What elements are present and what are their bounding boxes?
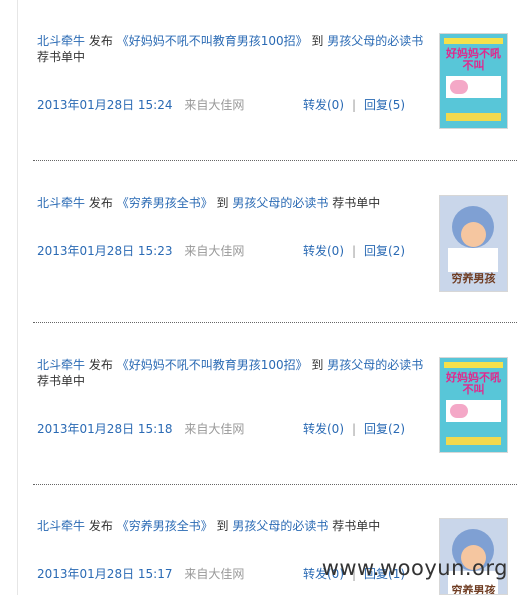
suffix-text: 荐书单中 xyxy=(37,50,86,64)
feed-actions: 转发(0) | 回复(2) xyxy=(303,243,405,259)
feed-text: 北斗牵牛 发布 《好妈妈不吼不叫教育男孩100招》 到 男孩父母的必读书 荐书单… xyxy=(37,33,432,65)
forward-link[interactable]: 转发(0) xyxy=(303,244,344,258)
preposition-text: 到 xyxy=(311,358,324,372)
feed-text: 北斗牵牛 发布 《好妈妈不吼不叫教育男孩100招》 到 男孩父母的必读书 荐书单… xyxy=(37,357,432,389)
cover-title: 好妈妈不吼不叫 xyxy=(446,47,501,72)
cover-title: 穷养男孩 xyxy=(451,272,496,285)
source-text: 来自大佳网 xyxy=(184,567,245,581)
list-name-link[interactable]: 男孩父母的必读书 xyxy=(327,34,423,48)
dotted-divider xyxy=(33,322,517,323)
feed-meta: 2013年01月28日 15:17 来自大佳网 xyxy=(37,566,244,582)
source-text: 来自大佳网 xyxy=(184,98,245,112)
timestamp-link[interactable]: 2013年01月28日 15:18 xyxy=(37,422,172,436)
list-name-link[interactable]: 男孩父母的必读书 xyxy=(232,196,328,210)
user-link[interactable]: 北斗牵牛 xyxy=(37,34,85,48)
dotted-divider xyxy=(33,484,517,485)
feed-item: 北斗牵牛 发布 《穷养男孩全书》 到 男孩父母的必读书 荐书单中 2013年01… xyxy=(17,195,518,295)
action-text: 发布 xyxy=(88,358,113,372)
separator: | xyxy=(352,422,357,436)
feed-meta: 2013年01月28日 15:18 来自大佳网 xyxy=(37,421,244,437)
user-link[interactable]: 北斗牵牛 xyxy=(37,358,85,372)
feed-item: 北斗牵牛 发布 《好妈妈不吼不叫教育男孩100招》 到 男孩父母的必读书 荐书单… xyxy=(17,33,518,133)
feed-actions: 转发(0) | 回复(5) xyxy=(303,97,405,113)
timestamp-link[interactable]: 2013年01月28日 15:17 xyxy=(37,567,172,581)
suffix-text: 荐书单中 xyxy=(332,519,381,533)
book-title-link[interactable]: 《穷养男孩全书》 xyxy=(117,196,213,210)
book-title-link[interactable]: 《好妈妈不吼不叫教育男孩100招》 xyxy=(117,34,308,48)
suffix-text: 荐书单中 xyxy=(37,374,86,388)
dotted-divider xyxy=(33,160,517,161)
watermark-text: www.wooyun.org xyxy=(321,556,508,580)
user-link[interactable]: 北斗牵牛 xyxy=(37,196,85,210)
book-title-link[interactable]: 《好妈妈不吼不叫教育男孩100招》 xyxy=(117,358,308,372)
list-name-link[interactable]: 男孩父母的必读书 xyxy=(327,358,423,372)
feed-meta: 2013年01月28日 15:23 来自大佳网 xyxy=(37,243,244,259)
preposition-text: 到 xyxy=(216,196,229,210)
reply-link[interactable]: 回复(2) xyxy=(364,422,405,436)
book-title-link[interactable]: 《穷养男孩全书》 xyxy=(117,519,213,533)
list-name-link[interactable]: 男孩父母的必读书 xyxy=(232,519,328,533)
feed-item: 北斗牵牛 发布 《好妈妈不吼不叫教育男孩100招》 到 男孩父母的必读书 荐书单… xyxy=(17,357,518,457)
separator: | xyxy=(352,244,357,258)
forward-link[interactable]: 转发(0) xyxy=(303,422,344,436)
book-cover-image[interactable]: 好妈妈不吼不叫 xyxy=(439,33,508,129)
reply-link[interactable]: 回复(2) xyxy=(364,244,405,258)
cover-title: 好妈妈不吼不叫 xyxy=(446,371,501,396)
action-text: 发布 xyxy=(88,34,113,48)
separator: | xyxy=(352,98,357,112)
preposition-text: 到 xyxy=(216,519,229,533)
source-text: 来自大佳网 xyxy=(184,422,245,436)
timestamp-link[interactable]: 2013年01月28日 15:23 xyxy=(37,244,172,258)
cover-title: 穷养男孩 xyxy=(451,584,496,595)
source-text: 来自大佳网 xyxy=(184,244,245,258)
feed-text: 北斗牵牛 发布 《穷养男孩全书》 到 男孩父母的必读书 荐书单中 xyxy=(37,518,432,534)
timestamp-link[interactable]: 2013年01月28日 15:24 xyxy=(37,98,172,112)
book-cover-image[interactable]: 好妈妈不吼不叫 xyxy=(439,357,508,453)
action-text: 发布 xyxy=(88,196,113,210)
reply-link[interactable]: 回复(5) xyxy=(364,98,405,112)
feed-actions: 转发(0) | 回复(2) xyxy=(303,421,405,437)
forward-link[interactable]: 转发(0) xyxy=(303,98,344,112)
preposition-text: 到 xyxy=(311,34,324,48)
book-cover-image[interactable]: 穷养男孩 xyxy=(439,195,508,292)
user-link[interactable]: 北斗牵牛 xyxy=(37,519,85,533)
feed-text: 北斗牵牛 发布 《穷养男孩全书》 到 男孩父母的必读书 荐书单中 xyxy=(37,195,432,211)
action-text: 发布 xyxy=(88,519,113,533)
feed-meta: 2013年01月28日 15:24 来自大佳网 xyxy=(37,97,244,113)
suffix-text: 荐书单中 xyxy=(332,196,381,210)
